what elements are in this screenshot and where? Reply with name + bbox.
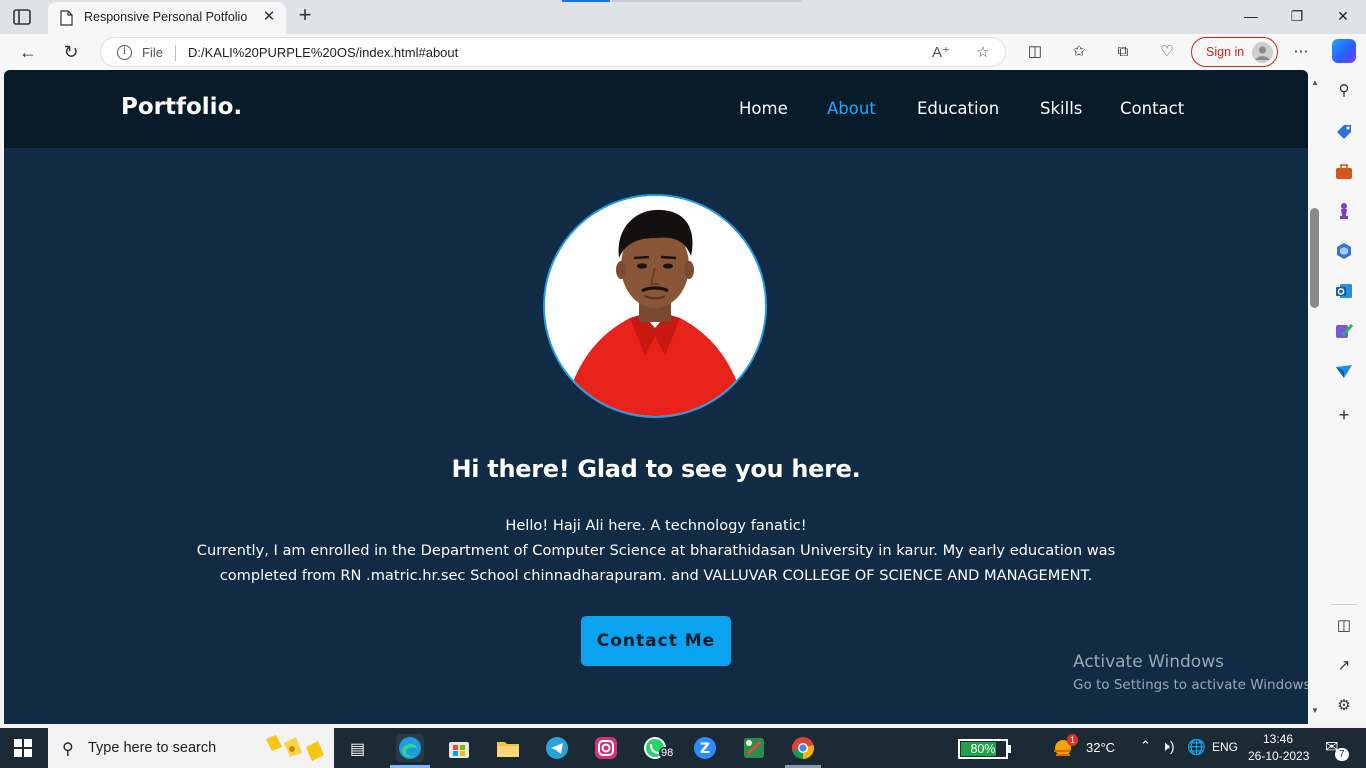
weather-alert-badge: 1 [1067, 734, 1079, 746]
sign-in-label: Sign in [1206, 45, 1245, 59]
url-text[interactable]: D:/KALI%20PURPLE%20OS/index.html#about [188, 45, 458, 60]
file-explorer-icon[interactable] [494, 734, 522, 762]
taskbar-search-box[interactable]: ⚲ Type here to search [48, 728, 334, 768]
contact-me-button[interactable]: Contact Me [581, 616, 731, 666]
scroll-down-arrow-icon[interactable]: ▼ [1309, 706, 1321, 716]
edge-sidebar: ⚲ + ◫ ↗ ⚙ [1322, 70, 1366, 724]
designer-icon[interactable] [1334, 321, 1354, 341]
read-aloud-icon[interactable]: A⁺ [931, 43, 951, 63]
intro-line-1: Hello! Haji Ali here. A technology fanat… [505, 517, 807, 534]
tab-actions-icon[interactable] [12, 8, 32, 26]
task-view-icon[interactable]: ▤ [350, 739, 365, 759]
clock-time[interactable]: 13:46 [1263, 732, 1293, 746]
info-icon[interactable]: i [117, 45, 132, 60]
favorites-icon[interactable]: ✩ [1068, 41, 1090, 63]
clock-date[interactable]: 26-10-2023 [1248, 749, 1309, 763]
nav-skills[interactable]: Skills [1040, 99, 1082, 118]
page-icon [60, 10, 73, 26]
notification-count-badge: 7 [1335, 748, 1349, 761]
games-chess-icon[interactable] [1334, 201, 1354, 221]
input-language-label[interactable]: ENG [1212, 740, 1238, 754]
copilot-icon[interactable] [1332, 39, 1356, 63]
taskbar-search-placeholder: Type here to search [88, 740, 217, 756]
zoom-icon[interactable]: Z [691, 734, 719, 762]
profile-photo-illustration [545, 196, 765, 416]
activate-windows-subtitle: Go to Settings to activate Windows. [1073, 677, 1308, 693]
scrollbar-thumb[interactable] [1310, 208, 1319, 308]
sidebar-divider [1330, 604, 1358, 605]
nav-home[interactable]: Home [739, 99, 788, 118]
browser-tab-active[interactable]: Responsive Personal Potfolio ✕ [48, 2, 286, 34]
windows-start-icon[interactable] [14, 739, 32, 757]
shopping-tag-icon[interactable] [1334, 122, 1354, 142]
microsoft-365-icon[interactable] [1334, 241, 1354, 261]
volume-icon[interactable]: 🕨) [1161, 738, 1174, 755]
svg-text:Z: Z [700, 741, 710, 757]
snipping-tool-icon[interactable] [740, 734, 768, 762]
tab-loading-indicator [562, 0, 610, 2]
tab-title: Responsive Personal Potfolio [84, 10, 248, 24]
whatsapp-unread-badge: 98 [659, 747, 676, 759]
network-globe-icon[interactable]: 🌐 [1187, 738, 1206, 756]
outlook-icon[interactable] [1334, 281, 1354, 301]
windows-taskbar: ⚲ Type here to search ▤ 98 Z 80% 1 32°C … [0, 728, 1366, 768]
add-sidebar-app-icon[interactable]: + [1334, 405, 1354, 425]
split-screen-icon[interactable]: ◫ [1024, 41, 1046, 63]
nav-contact[interactable]: Contact [1120, 99, 1184, 118]
new-tab-button[interactable]: + [294, 4, 316, 28]
minimize-button[interactable]: — [1240, 6, 1262, 26]
nav-education[interactable]: Education [917, 99, 999, 118]
drop-send-icon[interactable] [1334, 361, 1354, 381]
show-hidden-icons-chevron-icon[interactable]: ⌃ [1140, 738, 1151, 754]
site-logo[interactable]: Portfolio. [121, 94, 242, 120]
tools-briefcase-icon[interactable] [1334, 162, 1354, 182]
refresh-icon[interactable]: ↻ [58, 40, 84, 64]
telegram-icon[interactable] [543, 734, 571, 762]
browser-tab-bar: Responsive Personal Potfolio ✕ + — ❐ ✕ [0, 0, 1366, 34]
chrome-icon[interactable] [789, 734, 817, 762]
profile-avatar-icon [1252, 42, 1273, 63]
intro-line-2: Currently, I am enrolled in the Departme… [196, 542, 1116, 559]
battery-tip [1008, 745, 1011, 753]
close-window-button[interactable]: ✕ [1332, 6, 1354, 26]
page-scrollbar[interactable] [1308, 70, 1322, 724]
favorite-star-icon[interactable]: ☆ [973, 43, 993, 63]
more-menu-icon[interactable]: ⋯ [1290, 41, 1312, 63]
tab-close-icon[interactable]: ✕ [260, 8, 278, 26]
tab-loading-track [612, 0, 802, 2]
temperature-label: 32°C [1086, 740, 1116, 755]
microsoft-store-icon[interactable] [445, 734, 473, 762]
battery-indicator[interactable]: 80% [958, 739, 1008, 759]
about-headline: Hi there! Glad to see you here. [451, 455, 861, 483]
site-header: Portfolio. Home About Education Skills C… [4, 70, 1308, 148]
about-intro: Hello! Haji Ali here. A technology fanat… [4, 513, 1308, 588]
sign-in-button[interactable]: Sign in [1191, 37, 1278, 67]
profile-photo [543, 194, 767, 418]
back-arrow-icon[interactable]: ← [15, 40, 41, 64]
instagram-icon[interactable] [592, 734, 620, 762]
nav-about[interactable]: About [827, 99, 876, 118]
address-scheme-label: File [142, 45, 163, 60]
web-page: Portfolio. Home About Education Skills C… [4, 70, 1308, 724]
sidebar-search-icon[interactable]: ⚲ [1334, 81, 1354, 101]
search-highlight-icon [266, 735, 324, 761]
scroll-up-arrow-icon[interactable]: ▲ [1309, 78, 1321, 88]
intro-line-3: completed from RN .matric.hr.sec School … [219, 567, 1093, 584]
address-separator [175, 45, 176, 61]
restore-button[interactable]: ❐ [1286, 6, 1308, 26]
sidebar-settings-gear-icon[interactable]: ⚙ [1334, 696, 1354, 716]
address-bar[interactable]: i File D:/KALI%20PURPLE%20OS/index.html#… [100, 37, 1006, 67]
browser-essentials-icon[interactable]: ♡ [1156, 41, 1178, 63]
activate-windows-title: Activate Windows [1073, 652, 1224, 672]
battery-percent-label: 80% [970, 742, 996, 756]
edge-taskbar-icon[interactable] [396, 734, 424, 762]
hide-sidebar-icon[interactable]: ◫ [1334, 616, 1354, 636]
external-link-icon[interactable]: ↗ [1334, 656, 1354, 676]
collections-icon[interactable]: ⧉ [1112, 41, 1134, 63]
search-icon: ⚲ [62, 741, 74, 758]
browser-toolbar: ← ↻ i File D:/KALI%20PURPLE%20OS/index.h… [0, 34, 1366, 70]
